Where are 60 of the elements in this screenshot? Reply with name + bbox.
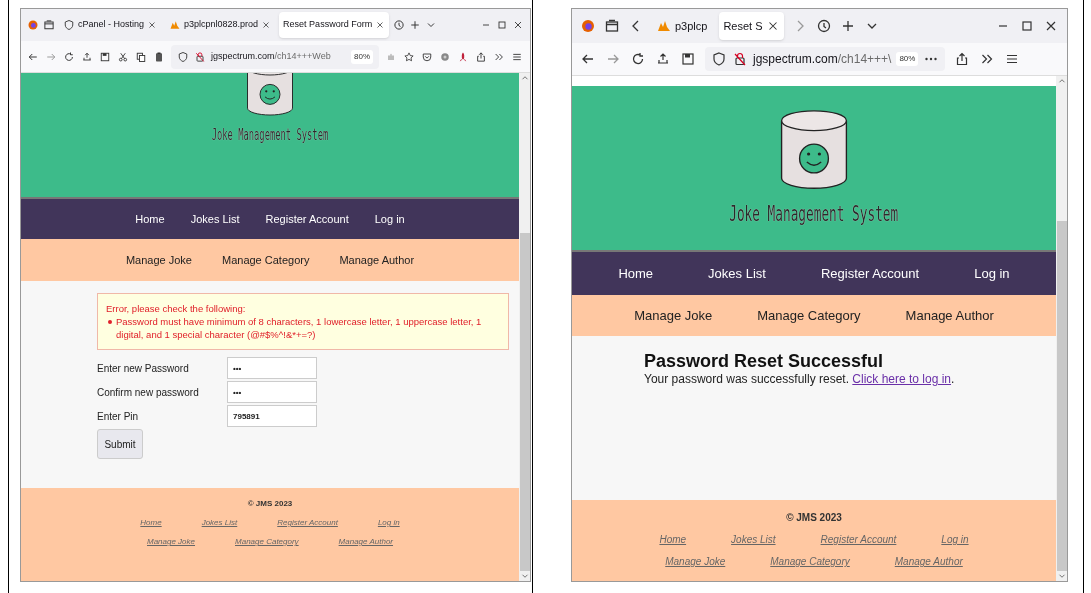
nav-link[interactable]: Manage Joke — [634, 305, 713, 326]
error-title: Error, please check the following: — [106, 302, 247, 315]
input-field[interactable]: ••• — [227, 381, 317, 403]
browser-tab[interactable]: p3plcp — [652, 12, 712, 40]
browser-tab[interactable]: p3plcpnl0828.prod — [165, 12, 276, 38]
page-heading: Password Reset Successful — [644, 350, 885, 372]
footer-link[interactable]: Register Account — [277, 517, 338, 529]
tab-label: p3plcpnl0828.prod — [184, 18, 259, 32]
nav-link[interactable]: Manage Author — [905, 305, 994, 326]
footer-link[interactable]: Log in — [377, 517, 400, 529]
tab-label: Reset S — [723, 18, 763, 34]
field-label: Enter Pin — [97, 409, 140, 424]
input-field[interactable]: ••• — [227, 357, 317, 379]
footer-link[interactable]: Manage Author — [338, 536, 393, 548]
nav-link[interactable]: Manage Joke — [125, 251, 192, 269]
zoom-level-badge[interactable]: 80% — [351, 49, 373, 64]
copyright-text: © JMS 2023 — [247, 498, 293, 510]
error-message: Password must have minimum of 8 characters, 1 lowercase letter, 1 uppercase letter, 1 digital, and 1 special character (@#$%^!&*+=?) — [116, 315, 483, 341]
address-bar[interactable]: jgspectrum.com/ch14+++Web 80% — [171, 44, 379, 69]
field-label: Enter new Password — [97, 361, 190, 376]
site-title: Joke Management System — [211, 124, 329, 146]
nav-link[interactable]: Home — [618, 263, 654, 284]
nav-link[interactable]: Manage Category — [757, 305, 861, 326]
login-link[interactable]: Click here to log in — [852, 372, 952, 386]
browser-tab[interactable]: cPanel - Hosting — [59, 12, 162, 38]
copyright-text: © JMS 2023 — [786, 511, 842, 525]
tab-label: Reset Password Form — [283, 18, 373, 32]
tab-label: cPanel - Hosting — [78, 18, 145, 32]
nav-link[interactable]: Home — [135, 210, 165, 228]
site-title: Joke Management System — [729, 200, 899, 228]
nav-link[interactable]: Register Account — [265, 210, 349, 228]
footer-link[interactable]: Manage Category — [770, 554, 850, 569]
browser-tab[interactable]: Reset Password Form — [279, 12, 390, 38]
browser-tab[interactable]: Reset S — [719, 12, 784, 40]
footer-link[interactable]: Manage Author — [894, 554, 963, 569]
footer-link[interactable]: Manage Joke — [665, 554, 726, 569]
submit-button[interactable]: Submit — [97, 429, 143, 459]
footer-link[interactable]: Home — [140, 517, 162, 529]
footer-link[interactable]: Manage Category — [235, 536, 299, 548]
field-label: Confirm new password — [97, 385, 200, 400]
success-message: Your password was successfully reset. Click here to log in. — [644, 372, 956, 386]
nav-link[interactable]: Log in — [374, 210, 405, 228]
address-bar[interactable]: jgspectrum.com/ch14+++\ 80% — [705, 47, 945, 71]
nav-link[interactable]: Manage Author — [339, 251, 415, 269]
footer-link[interactable]: Jokes List — [201, 517, 238, 529]
zoom-level-badge[interactable]: 80% — [896, 52, 919, 66]
footer-link[interactable]: Home — [659, 532, 687, 547]
footer-link[interactable]: Manage Joke — [147, 536, 195, 548]
nav-link[interactable]: Jokes List — [708, 263, 766, 284]
nav-link[interactable]: Jokes List — [190, 210, 240, 228]
footer-link[interactable]: Jokes List — [731, 532, 776, 547]
url-text: jgspectrum.com/ch14+++\ — [753, 51, 892, 68]
footer-link[interactable]: Log in — [941, 532, 969, 547]
url-text: jgspectrum.com/ch14+++Web — [211, 49, 332, 63]
input-field[interactable]: 795891 — [227, 405, 317, 427]
footer-link[interactable]: Register Account — [820, 532, 897, 547]
tab-label: p3plcp — [675, 18, 708, 34]
nav-link[interactable]: Register Account — [820, 263, 920, 284]
nav-link[interactable]: Manage Category — [222, 251, 310, 269]
nav-link[interactable]: Log in — [974, 263, 1010, 284]
